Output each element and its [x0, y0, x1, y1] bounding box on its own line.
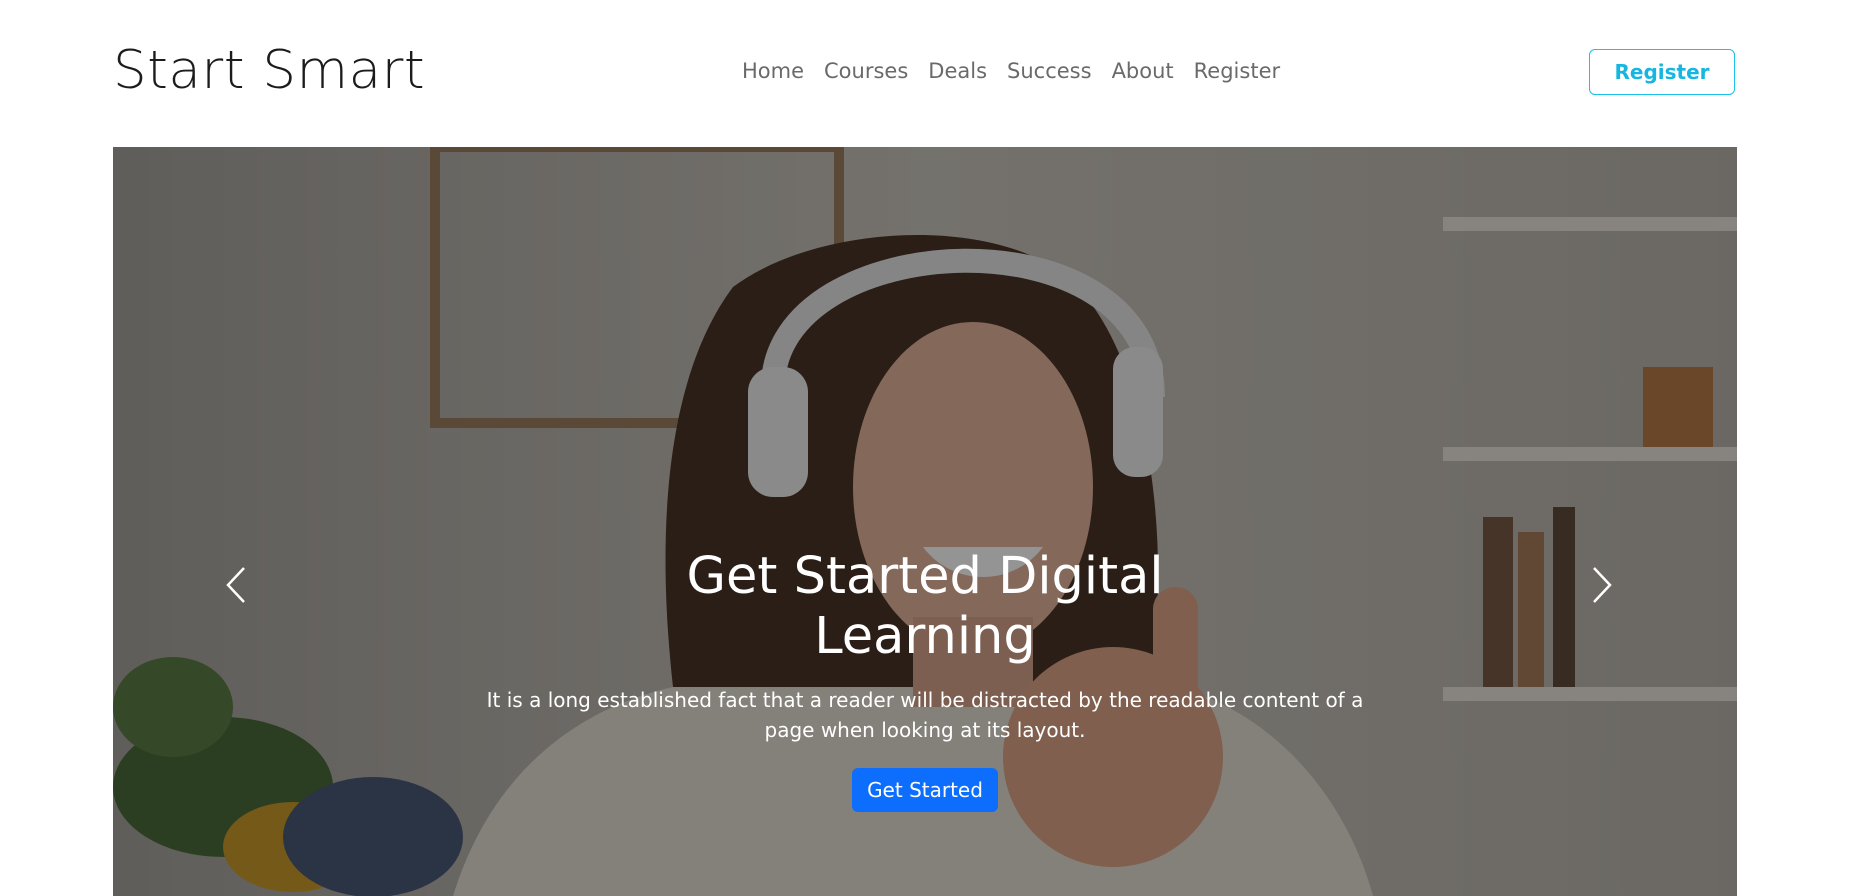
hero-text: It is a long established fact that a rea…: [486, 688, 1364, 742]
nav-link-register[interactable]: Register: [1194, 59, 1280, 83]
nav-link-deals[interactable]: Deals: [928, 59, 987, 83]
chevron-left-icon: [226, 567, 245, 603]
carousel-prev-button[interactable]: [211, 555, 261, 615]
carousel-next-button[interactable]: [1577, 555, 1627, 615]
hero-title: Get Started Digital Learning: [686, 547, 1164, 666]
navbar: Start Smart Home Courses Deals Success A…: [0, 0, 1862, 147]
chevron-right-icon: [1593, 567, 1612, 603]
get-started-button[interactable]: Get Started: [852, 768, 998, 812]
nav-link-home[interactable]: Home: [742, 59, 804, 83]
brand-logo[interactable]: Start Smart: [113, 40, 425, 101]
nav-link-success[interactable]: Success: [1007, 59, 1092, 83]
hero-caption: Get Started Digital Learning It is a lon…: [475, 547, 1375, 812]
nav-link-courses[interactable]: Courses: [824, 59, 908, 83]
nav-link-about[interactable]: About: [1112, 59, 1174, 83]
hero-carousel: Get Started Digital Learning It is a lon…: [113, 147, 1737, 896]
nav-links: Home Courses Deals Success About Registe…: [742, 59, 1300, 83]
register-button[interactable]: Register: [1589, 49, 1735, 95]
